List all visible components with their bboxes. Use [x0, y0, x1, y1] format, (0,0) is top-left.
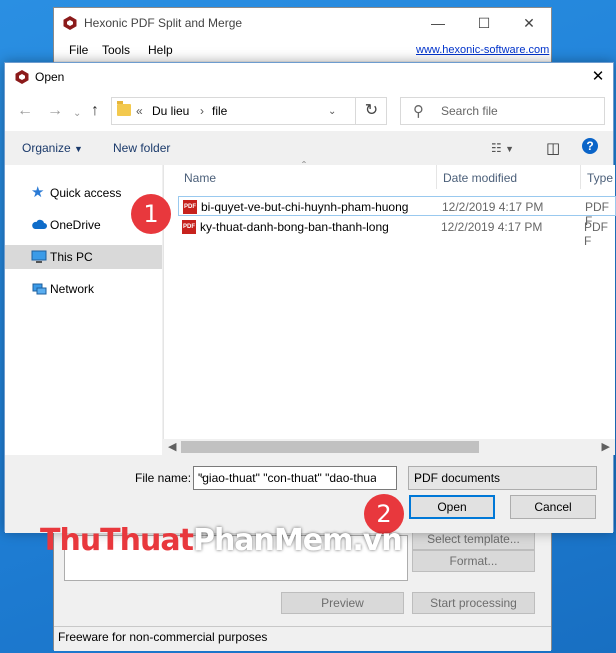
menu-bar: File Tools Help www.hexonic-software.com [54, 39, 551, 61]
breadcrumb-separator-icon: › [200, 104, 204, 118]
network-icon [32, 283, 47, 295]
back-arrow-icon[interactable]: ← [17, 103, 33, 119]
breadcrumb-item[interactable]: Du lieu [152, 104, 189, 118]
file-name: ky-thuat-danh-bong-ban-thanh-long [200, 220, 389, 234]
file-type-select[interactable]: PDF documents ⌄ [408, 466, 597, 490]
computer-icon [31, 250, 47, 263]
pdf-file-icon: PDF [182, 220, 196, 234]
sidebar-item-this-pc[interactable]: This PC [5, 245, 162, 269]
sidebar-item-label: Network [50, 282, 95, 296]
sidebar-item-network[interactable]: Network [5, 277, 162, 301]
dialog-titlebar: Open ✕ [5, 63, 613, 91]
main-titlebar: Hexonic PDF Split and Merge — ☐ ✕ [54, 8, 551, 39]
chevron-down-icon[interactable]: ⌄ [198, 470, 376, 481]
sidebar-item-label: Quick access [50, 186, 122, 200]
file-name-input[interactable]: "giao-thuat" "con-thuat" "dao-thuat" ⌄ [193, 466, 397, 490]
open-dialog: Open ✕ ← → ⌄ ↑ « Du lieu › file ⌄ ↻ ⚲ Se… [4, 62, 616, 533]
status-bar: Freeware for non-commercial purposes [54, 626, 551, 649]
column-header-date[interactable]: Date modified [437, 165, 581, 189]
pdf-file-icon: PDF [183, 200, 197, 214]
column-header-type[interactable]: Type [581, 165, 616, 189]
folder-icon [117, 101, 131, 116]
format-button[interactable]: Format... [412, 550, 535, 572]
cancel-button[interactable]: Cancel [510, 495, 596, 519]
file-list: ˆ Name Date modified Type PDF bi-quyet-v… [163, 159, 616, 455]
up-arrow-icon[interactable]: ↑ [91, 103, 99, 119]
file-row[interactable]: PDF ky-thuat-danh-bong-ban-thanh-long 12… [178, 217, 616, 248]
file-date: 12/2/2019 4:17 PM [441, 220, 543, 234]
status-text: Freeware for non-commercial purposes [58, 630, 268, 644]
breadcrumb-item[interactable]: file [212, 104, 227, 118]
website-link[interactable]: www.hexonic-software.com [416, 44, 549, 56]
cloud-icon [32, 219, 47, 229]
minimize-button[interactable]: — [415, 8, 461, 39]
file-type: PDF F [584, 220, 608, 248]
menu-help[interactable]: Help [148, 43, 173, 57]
maximize-button[interactable]: ☐ [461, 8, 507, 39]
horizontal-scrollbar[interactable]: ◀ ▶ [163, 439, 615, 455]
sidebar-item-label: This PC [50, 250, 93, 264]
menu-tools[interactable]: Tools [102, 43, 130, 57]
address-bar[interactable]: « Du lieu › file ⌄ ↻ [111, 97, 387, 125]
file-name-label: File name: [135, 471, 192, 485]
step-1-badge: 1 [131, 194, 171, 234]
menu-file[interactable]: File [69, 43, 88, 57]
chevron-down-icon: ⌄ [414, 471, 423, 482]
new-folder-button[interactable]: New folder [113, 141, 170, 155]
file-row[interactable]: PDF bi-quyet-ve-but-chi-huynh-pham-huong… [178, 196, 616, 228]
hexonic-logo-icon [63, 16, 77, 30]
preview-pane-icon[interactable]: ◫ [546, 139, 560, 157]
dialog-bottom-area: File name: "giao-thuat" "con-thuat" "dao… [5, 455, 613, 533]
sidebar-item-label: OneDrive [50, 218, 101, 232]
organize-button[interactable]: Organize ▼ [22, 141, 83, 155]
dialog-title: Open [35, 70, 65, 84]
refresh-icon[interactable]: ↻ [355, 97, 387, 125]
file-name: bi-quyet-ve-but-chi-huynh-pham-huong [201, 200, 409, 214]
main-window-title: Hexonic PDF Split and Merge [84, 16, 243, 30]
navigation-bar: ← → ⌄ ↑ « Du lieu › file ⌄ ↻ ⚲ Search fi… [5, 91, 613, 131]
close-button[interactable]: ✕ [506, 8, 552, 39]
breadcrumb-overflow-icon[interactable]: « [136, 104, 143, 118]
column-header-name[interactable]: Name [178, 165, 437, 189]
search-icon: ⚲ [413, 103, 424, 120]
dialog-close-button[interactable]: ✕ [583, 63, 613, 91]
start-processing-button[interactable]: Start processing [412, 592, 535, 614]
file-date: 12/2/2019 4:17 PM [442, 200, 544, 214]
recent-locations-icon[interactable]: ⌄ [73, 106, 81, 122]
open-button[interactable]: Open [409, 495, 495, 519]
watermark-logo: ThuThuatPhanMem.vn [40, 523, 403, 558]
view-options-icon[interactable]: ☷ ▼ [491, 141, 514, 155]
preview-button[interactable]: Preview [281, 592, 404, 614]
hexonic-logo-icon [15, 70, 29, 84]
help-icon[interactable]: ? [582, 138, 598, 154]
dialog-toolbar: Organize ▼ New folder ☷ ▼ ◫ ? [5, 131, 613, 165]
scroll-right-icon[interactable]: ▶ [602, 440, 610, 453]
star-icon: ★ [31, 184, 45, 201]
forward-arrow-icon[interactable]: → [47, 103, 63, 119]
scroll-left-icon[interactable]: ◀ [168, 440, 176, 453]
search-placeholder: Search file [441, 104, 498, 118]
search-box[interactable]: ⚲ Search file [400, 97, 605, 125]
scrollbar-thumb[interactable] [181, 441, 479, 453]
address-dropdown-icon[interactable]: ⌄ [328, 106, 336, 117]
